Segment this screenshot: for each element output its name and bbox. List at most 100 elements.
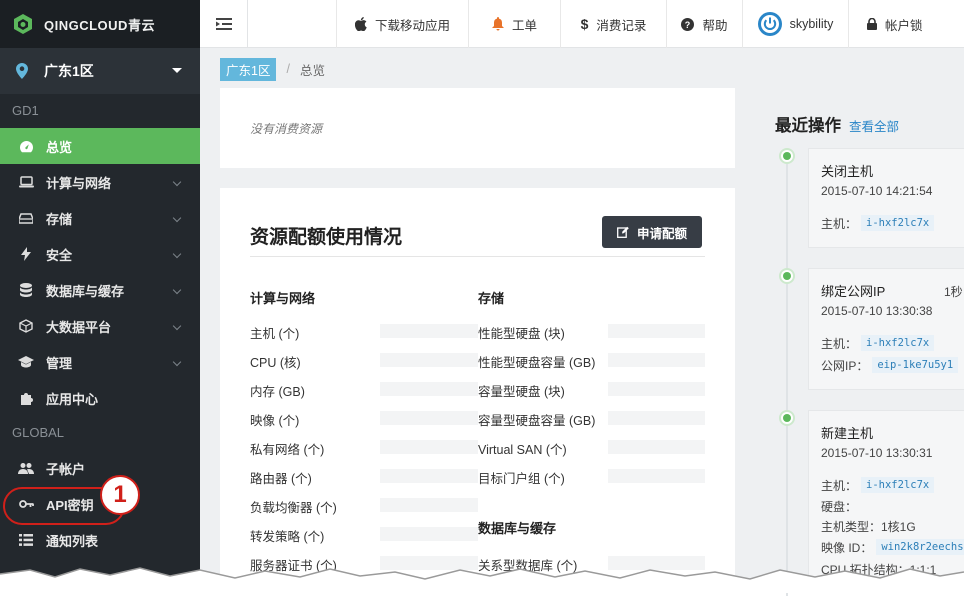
edit-icon xyxy=(617,226,629,238)
quota-divider xyxy=(250,256,705,257)
sidebar-item-notifications[interactable]: 通知列表 xyxy=(0,522,200,558)
sidebar-item-label: 计算与网络 xyxy=(46,175,112,191)
sidebar-item-security[interactable]: 安全 xyxy=(0,236,200,272)
top-bar-spacer xyxy=(248,0,336,47)
quota-title: 资源配额使用情况 xyxy=(250,227,403,248)
quota-bar xyxy=(380,353,478,367)
quota-row-target-portal-groups: 目标门户组 (个) xyxy=(478,472,565,486)
sidebar-item-bigdata[interactable]: 大数据平台 xyxy=(0,308,200,344)
op-resource-id[interactable]: i-hxf2lc7x xyxy=(861,335,935,351)
puzzle-icon xyxy=(18,390,34,406)
sidebar-item-compute-network[interactable]: 计算与网络 xyxy=(0,164,200,200)
svg-text:?: ? xyxy=(685,20,691,30)
op-detail-line: 映像 ID： win2k8r2eechs xyxy=(821,536,964,558)
op-resource-id[interactable]: win2k8r2eechs xyxy=(876,539,964,555)
chevron-down-icon xyxy=(172,285,182,295)
timeline-dot xyxy=(779,268,795,284)
lock-icon xyxy=(867,18,877,30)
quota-bar xyxy=(380,469,478,483)
quota-bar xyxy=(608,469,705,483)
sidebar-item-label: 安全 xyxy=(46,247,73,263)
chevron-down-icon xyxy=(172,321,182,331)
breadcrumb-separator: / xyxy=(286,62,290,76)
op-resource-id[interactable]: i-hxf2lc7x xyxy=(861,215,935,231)
list-icon xyxy=(18,532,34,548)
torn-edge-decoration xyxy=(0,567,964,593)
quota-bar xyxy=(380,498,478,512)
timeline-dot xyxy=(779,410,795,426)
op-detail-label: 映像 ID： xyxy=(821,540,873,555)
apply-quota-button[interactable]: 申请配额 xyxy=(602,216,702,248)
menu-toggle-button[interactable] xyxy=(200,0,248,48)
sidebar-item-label: 存储 xyxy=(46,211,73,227)
quota-row-forwarding-policies: 转发策略 (个) xyxy=(250,530,325,544)
op-detail-label: 主机： xyxy=(821,478,858,493)
quota-row-virtual-san: Virtual SAN (个) xyxy=(478,443,567,457)
sidebar-item-app-center[interactable]: 应用中心 xyxy=(0,380,200,416)
hdd-icon xyxy=(18,210,34,226)
user-menu[interactable]: skybility xyxy=(742,0,848,48)
ticket-label: 工单 xyxy=(511,18,537,33)
power-avatar-icon xyxy=(757,12,782,36)
download-mobile-app-link[interactable]: 下载移动应用 xyxy=(336,0,468,48)
op-title: 关闭主机 xyxy=(821,164,874,179)
op-title: 新建主机 xyxy=(821,426,874,441)
breadcrumb-current: 总览 xyxy=(299,63,325,78)
sidebar-item-label: 管理 xyxy=(46,355,73,371)
help-link[interactable]: ? 帮助 xyxy=(666,0,742,48)
cube-icon xyxy=(18,318,34,334)
quota-heading-storage: 存储 xyxy=(478,291,505,306)
quota-row-instances: 主机 (个) xyxy=(250,327,300,341)
sidebar: QINGCLOUD青云 广东1区 GD1 总览 计算与网络 存储 安全 数据库与… xyxy=(0,0,200,593)
op-resource-id[interactable]: i-hxf2lc7x xyxy=(861,477,935,493)
download-mobile-app-label: 下载移动应用 xyxy=(374,18,450,33)
timeline-line xyxy=(786,156,788,596)
zone-selector[interactable]: 广东1区 xyxy=(0,48,200,94)
graduation-cap-icon xyxy=(18,354,34,370)
chevron-down-icon xyxy=(172,249,182,259)
sidebar-item-database-cache[interactable]: 数据库与缓存 xyxy=(0,272,200,308)
recent-op-card: 关闭主机 2015-07-10 14:21:54 主机： i-hxf2lc7x xyxy=(808,148,964,248)
apple-icon xyxy=(354,17,367,31)
breadcrumb-region[interactable]: 广东1区 xyxy=(220,57,277,81)
zone-label: 广东1区 xyxy=(44,63,94,79)
logo-text: QINGCLOUD青云 xyxy=(44,17,155,33)
sidebar-item-subaccounts[interactable]: 子帐户 xyxy=(0,450,200,486)
op-time: 2015-07-10 14:21:54 xyxy=(821,184,933,198)
op-detail-label: 硬盘： xyxy=(821,499,858,514)
quota-bar xyxy=(380,382,478,396)
quota-row-cpu: CPU (核) xyxy=(250,356,301,370)
op-detail-line: 主机： i-hxf2lc7x xyxy=(821,332,955,354)
quota-bar xyxy=(608,324,705,338)
sidebar-item-storage[interactable]: 存储 xyxy=(0,200,200,236)
quota-heading-database: 数据库与缓存 xyxy=(478,521,557,536)
op-detail-label: 主机： xyxy=(821,216,858,231)
billing-records-link[interactable]: $ 消费记录 xyxy=(560,0,666,48)
ticket-link[interactable]: 工单 xyxy=(468,0,560,48)
op-detail-line: 主机类型：1核1G xyxy=(821,516,955,536)
quota-bar xyxy=(608,382,705,396)
sidebar-item-overview[interactable]: 总览 xyxy=(0,128,200,164)
sidebar-item-management[interactable]: 管理 xyxy=(0,344,200,380)
billing-empty-text: 没有消费资源 xyxy=(250,122,323,136)
sidebar-group-gd1: GD1 xyxy=(12,103,39,118)
quota-bar xyxy=(380,324,478,338)
top-bar: 下载移动应用 工单 $ 消费记录 ? 帮助 skybility 帐户锁 xyxy=(200,0,964,48)
help-label: 帮助 xyxy=(702,18,728,33)
caret-down-icon xyxy=(172,68,182,73)
view-all-link[interactable]: 查看全部 xyxy=(849,116,899,135)
account-lock-link[interactable]: 帐户锁 xyxy=(848,0,924,48)
timeline-dot xyxy=(779,148,795,164)
logo[interactable]: QINGCLOUD青云 xyxy=(0,0,200,48)
chevron-down-icon xyxy=(172,357,182,367)
quota-row-cap-disks: 容量型硬盘 (块) xyxy=(478,385,565,399)
key-icon xyxy=(18,496,34,512)
op-resource-id[interactable]: eip-1ke7u5y1 xyxy=(872,357,959,373)
laptop-icon xyxy=(18,174,34,190)
quota-bar xyxy=(380,411,478,425)
recent-op-card: 绑定公网IP 2015-07-10 13:30:38 主机： i-hxf2lc7… xyxy=(808,268,964,390)
quota-row-perf-disks: 性能型硬盘 (块) xyxy=(478,327,565,341)
user-name: skybility xyxy=(789,17,834,31)
quota-bar xyxy=(380,527,478,541)
op-time: 2015-07-10 13:30:31 xyxy=(821,446,933,460)
